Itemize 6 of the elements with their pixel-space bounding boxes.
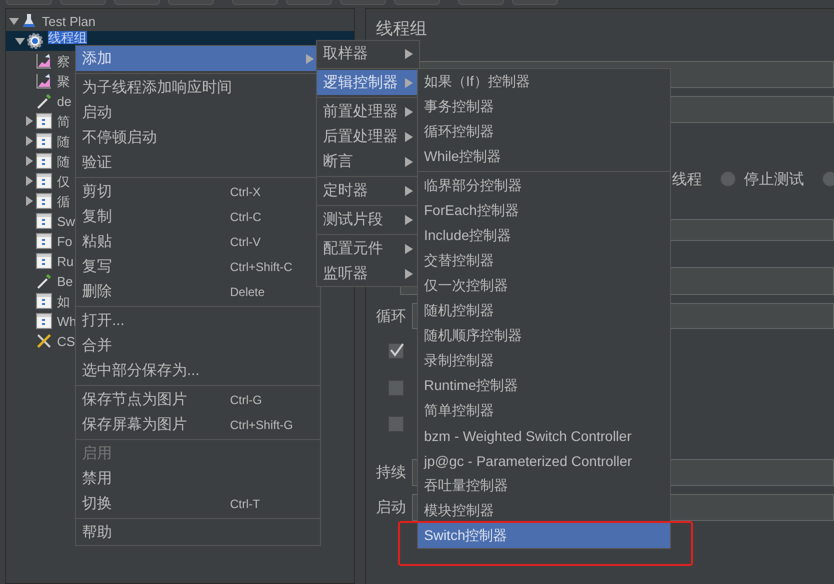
panel-title: 线程组 (376, 18, 428, 40)
radio-label: 停止测试 (744, 170, 804, 188)
field-label: 持续 (376, 463, 406, 482)
field-label: 循环 (376, 306, 406, 326)
field-label: 启动 (376, 498, 406, 517)
radio-label: 线程 (672, 170, 702, 188)
